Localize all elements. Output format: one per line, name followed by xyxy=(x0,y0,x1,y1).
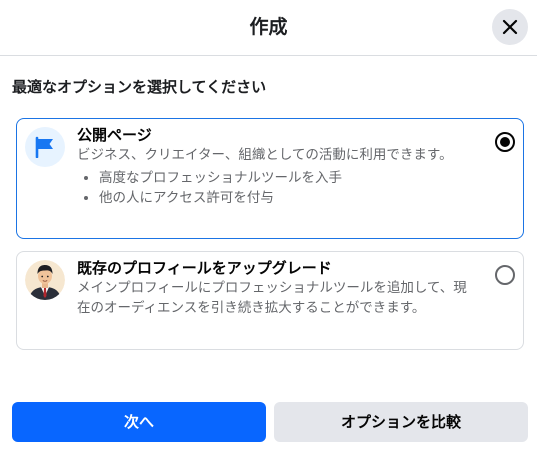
list-item: 他の人にアクセス許可を付与 xyxy=(99,188,479,208)
close-button[interactable] xyxy=(492,9,528,45)
prompt-heading: 最適なオプションを選択してください xyxy=(12,78,267,96)
option-public-page[interactable]: 公開ページ ビジネス、クリエイター、組織としての活動に利用できます。 高度なプロ… xyxy=(16,118,524,239)
dialog-title: 作成 xyxy=(249,16,288,38)
option-description: ビジネス、クリエイター、組織としての活動に利用できます。 xyxy=(77,147,453,163)
radio-upgrade-profile[interactable] xyxy=(495,265,515,285)
list-item: 高度なプロフェッショナルツールを入手 xyxy=(99,168,479,188)
flag-icon xyxy=(35,136,53,158)
create-dialog: 作成 最適なオプションを選択してください 公開ページ ビジネス、クリエイター、組… xyxy=(0,0,537,455)
radio-selected-dot xyxy=(500,137,510,147)
next-button[interactable]: 次へ xyxy=(12,402,266,442)
dialog-header: 作成 xyxy=(0,0,537,56)
close-icon xyxy=(502,19,518,35)
option-body: 既存のプロフィールをアップグレード メインプロフィールにプロフェッショナルツール… xyxy=(77,258,479,318)
compare-options-button[interactable]: オプションを比較 xyxy=(274,402,528,442)
option-title: 既存のプロフィールをアップグレード xyxy=(77,259,332,277)
profile-avatar-icon xyxy=(25,260,65,300)
option-description: メインプロフィールにプロフェッショナルツールを追加して、現在のオーディエンスを引… xyxy=(77,280,467,316)
option-body: 公開ページ ビジネス、クリエイター、組織としての活動に利用できます。 高度なプロ… xyxy=(77,125,479,208)
radio-public-page[interactable] xyxy=(495,132,515,152)
feature-list: 高度なプロフェッショナルツールを入手 他の人にアクセス許可を付与 xyxy=(77,168,479,208)
avatar xyxy=(25,260,65,300)
flag-icon-circle xyxy=(25,127,65,167)
option-upgrade-profile[interactable]: 既存のプロフィールをアップグレード メインプロフィールにプロフェッショナルツール… xyxy=(16,251,524,350)
option-title: 公開ページ xyxy=(77,126,152,144)
